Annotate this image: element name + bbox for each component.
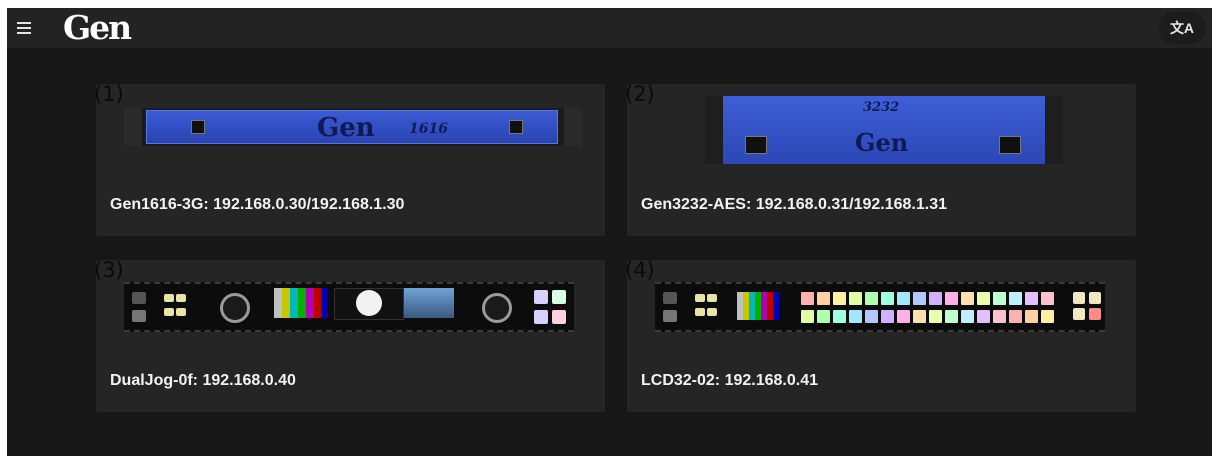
device-card-gen1616[interactable]: Gen 1616 (1) Gen1616-3G: 192.168.0.30/19… — [94, 82, 605, 236]
panel-key — [1025, 292, 1038, 305]
device-card-gen3232[interactable]: 3232 Gen (2) Gen3232-AES: 192.168.0.31/1… — [625, 82, 1136, 236]
panel-key — [865, 292, 878, 305]
panel-key — [1041, 292, 1054, 305]
card-number: (4) — [625, 258, 655, 282]
panel-key — [833, 292, 846, 305]
panel-key — [817, 292, 830, 305]
panel-key — [913, 310, 926, 323]
card-number: (1) — [94, 82, 124, 106]
panel-key — [881, 292, 894, 305]
device-title: DualJog-0f: 192.168.0.40 — [110, 372, 296, 389]
card-number: (3) — [94, 258, 124, 282]
panel-key — [993, 292, 1006, 305]
panel-key — [929, 292, 942, 305]
gen1616-device-image: Gen 1616 — [124, 108, 582, 146]
panel-key — [817, 310, 830, 323]
hamburger-menu-icon[interactable] — [17, 19, 33, 35]
panel-key — [961, 292, 974, 305]
device-title: Gen3232-AES: 192.168.0.31/192.168.1.31 — [641, 196, 947, 213]
card-number: (2) — [625, 82, 655, 106]
panel-key — [993, 310, 1006, 323]
panel-key — [897, 310, 910, 323]
dualjog-device-image — [124, 282, 574, 332]
top-app-bar: Gen 文A — [7, 8, 1212, 48]
panel-key — [1009, 310, 1022, 323]
panel-key — [961, 310, 974, 323]
panel-key — [881, 310, 894, 323]
panel-key — [913, 292, 926, 305]
device-title: Gen1616-3G: 192.168.0.30/192.168.1.30 — [110, 196, 405, 213]
panel-key — [849, 310, 862, 323]
panel-key — [833, 310, 846, 323]
panel-key — [945, 292, 958, 305]
panel-key — [865, 310, 878, 323]
panel-key — [849, 292, 862, 305]
panel-key — [977, 310, 990, 323]
device-card-dualjog[interactable]: (3) DualJog-0f: 192.168.0.40 — [94, 258, 605, 412]
panel-key — [929, 310, 942, 323]
lcd32-device-image — [655, 282, 1105, 332]
panel-key — [977, 292, 990, 305]
panel-key — [897, 292, 910, 305]
app-root: Gen 文A Gen 1616 (1) Gen1616-3G: 192.168.… — [7, 8, 1212, 456]
translate-icon[interactable]: 文A — [1158, 12, 1206, 44]
gen-logo: Gen — [63, 8, 132, 47]
panel-key — [1041, 310, 1054, 323]
panel-key — [1025, 310, 1038, 323]
gen3232-device-image: 3232 Gen — [705, 96, 1063, 164]
panel-key — [801, 292, 814, 305]
panel-key — [1009, 292, 1022, 305]
device-card-lcd32[interactable]: (4) LCD32-02: 192.168.0.41 — [625, 258, 1136, 412]
panel-key — [801, 310, 814, 323]
device-title: LCD32-02: 192.168.0.41 — [641, 372, 818, 389]
panel-key — [945, 310, 958, 323]
